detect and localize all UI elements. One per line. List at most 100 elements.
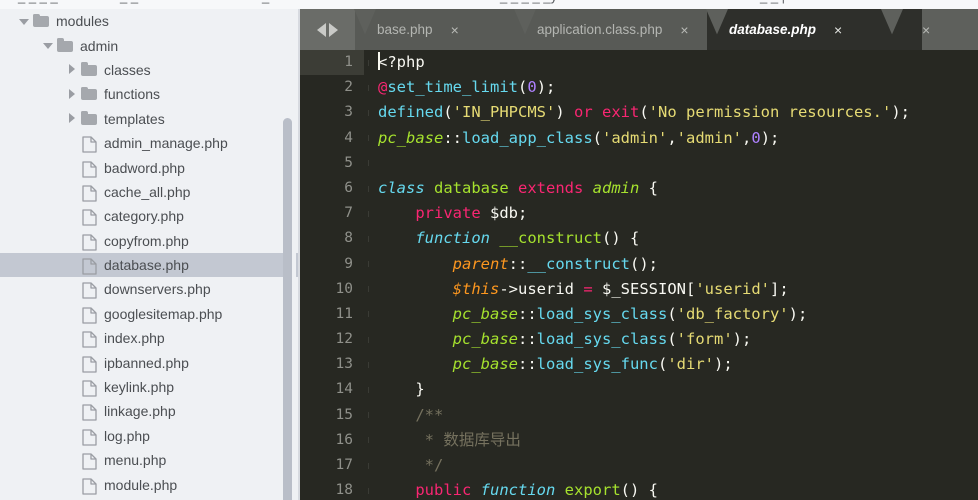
ide-window: _ _ _ __ ___ _ _ _ _y_ _ | modulesadminc… (0, 0, 978, 500)
code-line-text[interactable]: <?php (378, 50, 978, 75)
code-line[interactable]: 11 pc_base::load_sys_class('db_factory')… (300, 302, 978, 327)
tab-next-arrow-icon[interactable] (329, 22, 338, 37)
tab-close-icon[interactable]: × (922, 23, 946, 37)
code-line-text[interactable]: defined('IN_PHPCMS') or exit('No permiss… (378, 100, 978, 125)
tree-file-row[interactable]: module.php (0, 472, 300, 496)
code-line-text[interactable]: $this->userid = $_SESSION['userid']; (378, 277, 978, 302)
code-line[interactable]: 3 defined('IN_PHPCMS') or exit('No permis… (300, 100, 978, 125)
code-line[interactable]: 16 * 数据库导出 (300, 428, 978, 453)
chevron-right-icon[interactable] (66, 63, 79, 76)
code-token: ( (443, 103, 453, 122)
line-number: 14 (335, 381, 353, 398)
code-line[interactable]: 17 */ (300, 453, 978, 478)
sidebar-scrollbar-thumb[interactable] (283, 118, 292, 500)
tree-file-row[interactable]: log.php (0, 424, 300, 448)
chevron-right-icon[interactable] (66, 112, 79, 125)
tree-file-row[interactable]: downservers.php (0, 277, 300, 301)
code-line-text[interactable]: function __construct() { (378, 226, 978, 251)
code-line[interactable]: 8 function __construct() { (300, 226, 978, 251)
tree-folder-row[interactable]: classes (0, 58, 300, 82)
code-line[interactable]: 18 public function export() { (300, 478, 978, 500)
code-line[interactable]: 12 pc_base::load_sys_class('form'); (300, 327, 978, 352)
code-line[interactable]: 4 pc_base::load_app_class('admin','admin'… (300, 126, 978, 151)
tree-file-row[interactable]: copyfrom.php (0, 229, 300, 253)
line-number: 3 (344, 104, 353, 121)
code-token: extends (518, 178, 584, 197)
file-tree[interactable]: modules admin classes functions templates adm… (0, 9, 300, 497)
code-line-text[interactable]: pc_base::load_sys_func('dir'); (378, 352, 978, 377)
code-line-text[interactable]: pc_base::load_app_class('admin','admin',… (378, 126, 978, 151)
code-line-text[interactable]: class database extends admin { (378, 176, 978, 201)
tree-file-row[interactable]: cache_all.php (0, 180, 300, 204)
code-line-text[interactable]: pc_base::load_sys_class('db_factory'); (378, 302, 978, 327)
tree-file-row[interactable]: admin_manage.php (0, 131, 300, 155)
file-explorer-sidebar[interactable]: modules admin classes functions templates adm… (0, 0, 300, 500)
tree-file-row[interactable]: ipbanned.php (0, 350, 300, 374)
chevron-down-icon[interactable] (42, 39, 55, 52)
code-content[interactable]: 1 <?php 2 @set_time_limit(0); 3 defined('IN_P… (300, 50, 978, 500)
code-token: 0 (527, 78, 537, 97)
file-icon (79, 232, 101, 251)
code-line-text[interactable]: * 数据库导出 (378, 428, 978, 453)
code-line-text[interactable]: @set_time_limit(0); (378, 75, 978, 100)
code-line-text[interactable]: pc_base::load_sys_class('form'); (378, 327, 978, 352)
code-line[interactable]: 1 <?php (300, 50, 978, 76)
chevron-down-icon[interactable] (18, 15, 31, 28)
code-line-text[interactable]: } (378, 377, 978, 402)
tree-folder-row[interactable]: functions (0, 82, 300, 106)
code-line[interactable]: 14 } (300, 377, 978, 402)
tree-folder-row[interactable]: admin (0, 33, 300, 57)
code-token: load_sys_class (536, 304, 668, 323)
line-number: 16 (335, 431, 353, 448)
tree-file-row[interactable]: menu.php (0, 448, 300, 472)
code-line[interactable]: 5 (300, 151, 978, 176)
code-line-text[interactable]: private $db; (378, 201, 978, 226)
editor-tab-bar[interactable]: base.php × application.class.php × database.… (300, 9, 978, 50)
code-line[interactable]: 15 /** (300, 403, 978, 428)
code-token: 'IN_PHPCMS' (452, 103, 556, 122)
editor-tab-label: base.php (377, 22, 433, 37)
code-line-text[interactable]: parent::__construct(); (378, 252, 978, 277)
file-icon (79, 207, 101, 226)
editor-tab[interactable]: database.php × (707, 9, 882, 50)
tab-close-icon[interactable]: × (680, 23, 704, 37)
tab-close-icon[interactable]: × (451, 23, 475, 37)
code-line[interactable]: 2 @set_time_limit(0); (300, 75, 978, 100)
tree-folder-row[interactable]: templates (0, 107, 300, 131)
sidebar-scrollbar-track[interactable] (283, 9, 296, 500)
tree-file-row[interactable]: googlesitemap.php (0, 302, 300, 326)
tree-folder-row[interactable]: modules (0, 9, 300, 33)
file-icon (79, 427, 101, 446)
tab-nav-arrows[interactable] (300, 9, 355, 50)
tree-file-row[interactable]: linkage.php (0, 399, 300, 423)
editor-tab[interactable]: × (882, 9, 930, 50)
tree-file-row[interactable]: category.php (0, 204, 300, 228)
tab-close-icon[interactable]: × (834, 23, 858, 37)
tree-file-row[interactable]: keylink.php (0, 375, 300, 399)
code-token: = (583, 279, 593, 298)
code-line[interactable]: 13 pc_base::load_sys_func('dir'); (300, 352, 978, 377)
code-line[interactable]: 9 parent::__construct(); (300, 252, 978, 277)
code-line-text[interactable]: /** (378, 403, 978, 428)
code-line[interactable]: 7 private $db; (300, 201, 978, 226)
code-line[interactable]: 6 class database extends admin { (300, 176, 978, 201)
code-line[interactable]: 10 $this->userid = $_SESSION['userid']; (300, 277, 978, 302)
tree-file-row[interactable]: database.php (0, 252, 300, 278)
code-line-text[interactable]: public function export() { (378, 478, 978, 500)
editor-tab[interactable]: base.php × (355, 9, 515, 50)
tab-prev-arrow-icon[interactable] (317, 22, 326, 37)
tree-file-row[interactable]: badword.php (0, 155, 300, 179)
code-line-text[interactable]: */ (378, 453, 978, 478)
code-token: __construct (499, 229, 602, 248)
code-token: () { (620, 481, 658, 500)
editor-scrollbar[interactable] (974, 50, 978, 500)
chevron-right-icon[interactable] (66, 88, 79, 101)
tree-file-row[interactable]: index.php (0, 326, 300, 350)
editor-tab[interactable]: application.class.php × (515, 9, 707, 50)
